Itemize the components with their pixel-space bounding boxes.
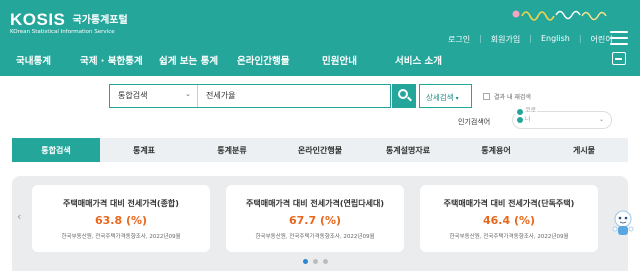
- search-input[interactable]: 전세가율: [198, 85, 390, 107]
- indicator-source: 한국부동산원, 전국주택가격동향조사, 2022년09월: [449, 234, 569, 240]
- tab-online-publications[interactable]: 온라인간행물: [276, 138, 364, 162]
- menu-icon[interactable]: [610, 31, 628, 45]
- tab-stat-classification[interactable]: 통계분류: [188, 138, 276, 162]
- carousel-pagination: [303, 259, 328, 264]
- indicator-value: 46.4 (%): [482, 214, 536, 227]
- search-scope-value: 통합검색: [118, 91, 148, 100]
- tab-stat-descriptions[interactable]: 통계설명자료: [364, 138, 452, 162]
- tab-posts[interactable]: 게시물: [540, 138, 628, 162]
- result-tabs: 통합검색 통계표 통계분류 온라인간행물 통계설명자료 통계용어 게시물: [12, 138, 628, 162]
- tab-integrated-search[interactable]: 통합검색: [12, 138, 100, 162]
- search-within-results[interactable]: 결과 내 재검색: [483, 92, 531, 101]
- nav-easy-stats[interactable]: 쉽게 보는 통계: [159, 53, 218, 67]
- chevron-down-icon: ⌄: [185, 90, 191, 98]
- detail-search-label: 상세검색: [426, 93, 454, 102]
- bookmark-icon[interactable]: [612, 52, 626, 65]
- slogan-handwriting-image: [512, 10, 607, 21]
- divider: |: [578, 34, 582, 43]
- indicator-source: 한국부동산원, 전국주택가격동향조사, 2022년09월: [61, 234, 181, 240]
- logo-text: KOSIS: [10, 10, 66, 29]
- popular-keywords-rolling[interactable]: 코로나 ⌄: [512, 107, 612, 129]
- nav-domestic-stats[interactable]: 국내통계: [16, 53, 51, 67]
- popular-keywords-label: 인기검색어: [458, 118, 491, 126]
- search-scope-select[interactable]: 통합검색 ⌄: [110, 85, 198, 107]
- indicator-value: 63.8 (%): [94, 214, 148, 227]
- nav-intl-nk-stats[interactable]: 국제 · 북한통계: [80, 53, 143, 67]
- indicator-card[interactable]: 주택매매가격 대비 전세가격(연립다세대) 67.7 (%) 한국부동산원, 전…: [226, 185, 404, 252]
- logo-english-name: KOrean Statistical Information Service: [10, 29, 115, 35]
- indicator-value: 67.7 (%): [288, 214, 342, 227]
- nav-service-intro[interactable]: 서비스 소개: [395, 53, 442, 67]
- utility-links: 로그인 | 회원가입 | English | 어린이: [448, 34, 613, 45]
- indicator-title: 주택매매가격 대비 전세가격(단독주택): [443, 199, 575, 208]
- indicator-card[interactable]: 주택매매가격 대비 전세가격(단독주택) 46.4 (%) 한국부동산원, 전국…: [420, 185, 598, 252]
- tab-stat-terms[interactable]: 통계용어: [452, 138, 540, 162]
- carousel-dot-2[interactable]: [313, 259, 318, 264]
- nav-civil-service[interactable]: 민원안내: [322, 53, 357, 67]
- search-bar: 통합검색 ⌄ 전세가율: [109, 84, 391, 108]
- tab-stat-tables[interactable]: 통계표: [100, 138, 188, 162]
- divider: |: [479, 34, 482, 43]
- indicator-source: 한국부동산원, 전국주택가격동향조사, 2022년09월: [255, 234, 375, 240]
- search-within-checkbox[interactable]: [483, 93, 490, 100]
- carousel-dot-3[interactable]: [323, 259, 328, 264]
- detail-search-button[interactable]: 상세검색 ▾: [419, 84, 472, 108]
- indicator-title: 주택매매가격 대비 전세가격(연립다세대): [245, 199, 384, 208]
- nav-online-publications[interactable]: 온라인간행물: [237, 53, 289, 67]
- chevron-down-icon: ▾: [455, 95, 459, 102]
- kosis-logo[interactable]: KOSIS 국가통계포털 KOrean Statistical Informat…: [10, 10, 128, 35]
- english-link[interactable]: English: [541, 34, 570, 45]
- rank-dot-icon: [517, 117, 523, 123]
- indicator-title: 주택매매가격 대비 전세가격(종합): [63, 199, 179, 208]
- rank-dot-icon: [517, 109, 523, 115]
- search-within-label: 결과 내 재검색: [494, 94, 531, 101]
- indicator-card[interactable]: 주택매매가격 대비 전세가격(종합) 63.8 (%) 한국부동산원, 전국주택…: [32, 185, 210, 252]
- site-header: KOSIS 국가통계포털 KOrean Statistical Informat…: [0, 0, 640, 76]
- mascot-character-icon: [612, 210, 634, 235]
- divider: |: [529, 34, 532, 43]
- signup-link[interactable]: 회원가입: [491, 34, 520, 45]
- logo-korean-name: 국가통계포털: [72, 15, 128, 26]
- carousel-prev-icon[interactable]: ‹: [17, 210, 21, 223]
- chevron-down-icon[interactable]: ⌄: [599, 116, 604, 123]
- search-button[interactable]: [392, 84, 416, 108]
- carousel-dot-1[interactable]: [303, 259, 308, 264]
- login-link[interactable]: 로그인: [448, 34, 470, 45]
